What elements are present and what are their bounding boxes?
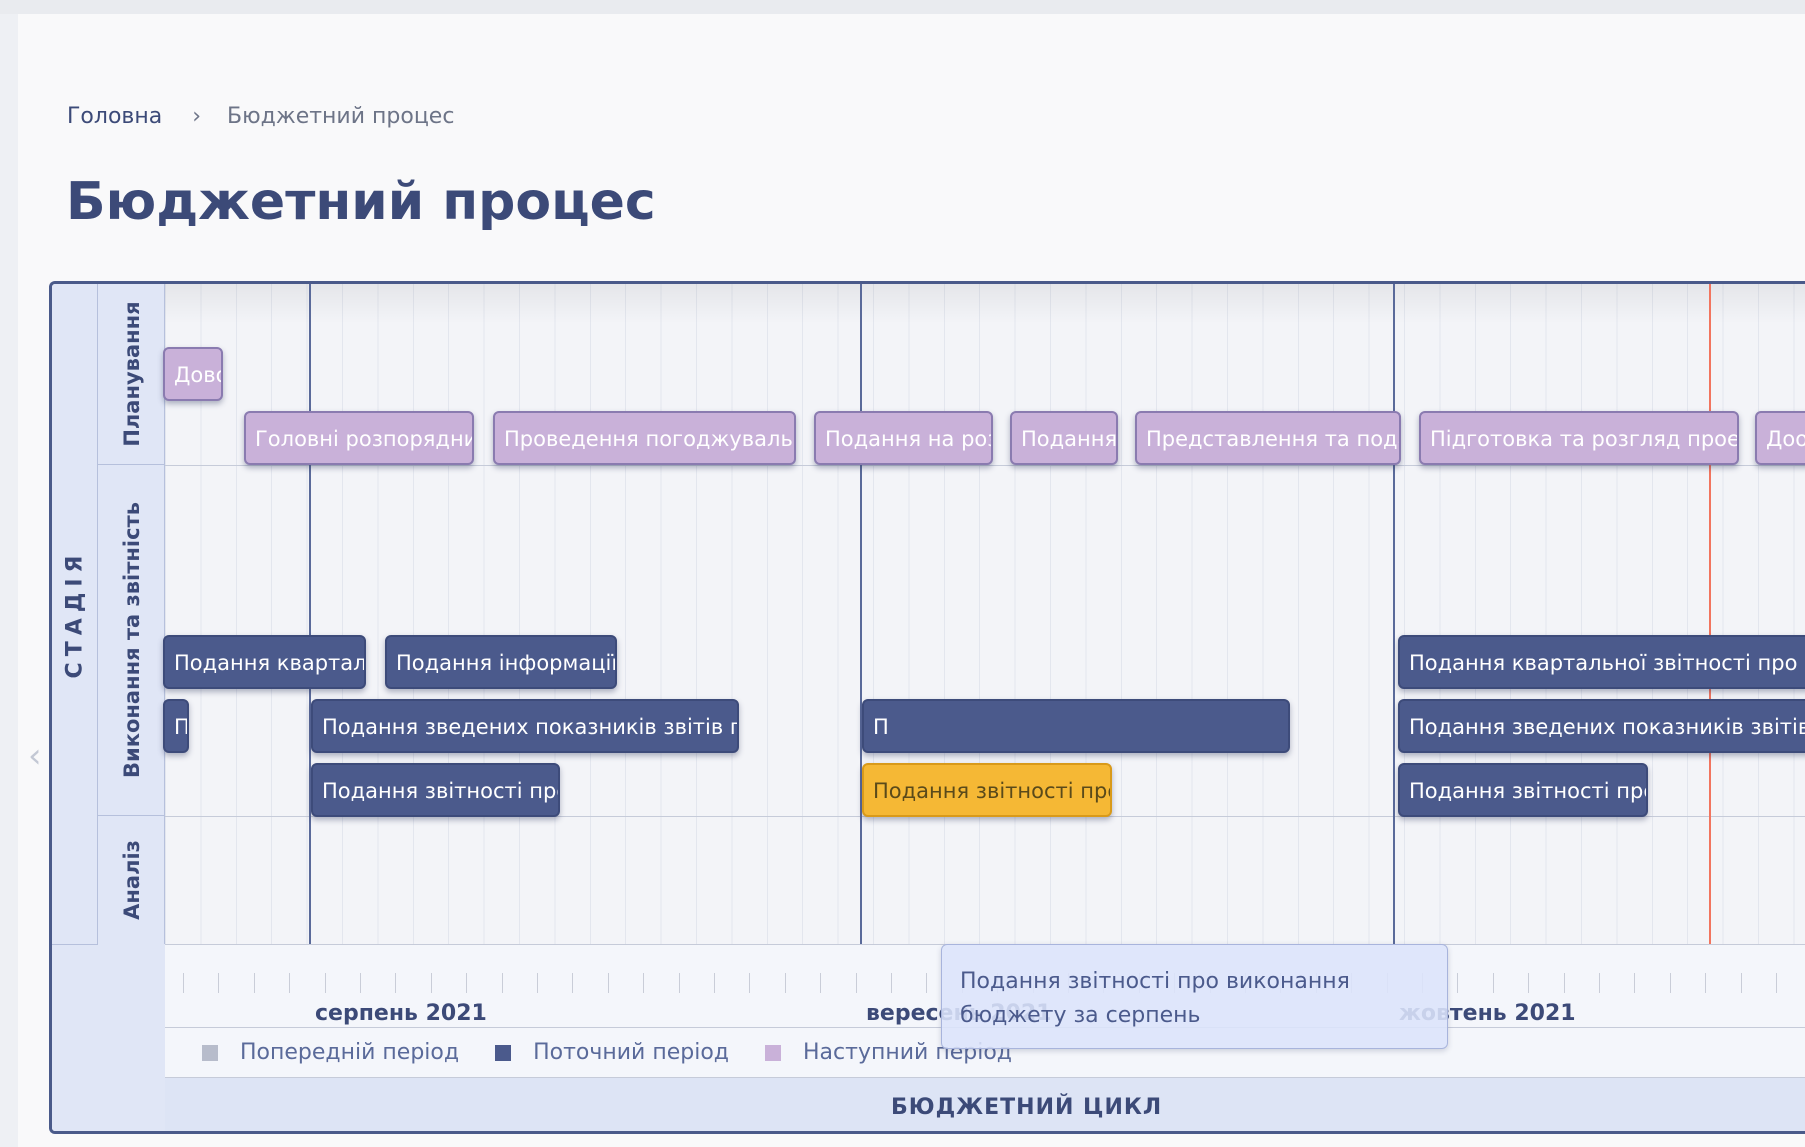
axis-tick <box>325 973 326 993</box>
axis-tick <box>1493 973 1494 993</box>
task-bar[interactable]: Дово <box>163 347 223 401</box>
axis-tick <box>891 973 892 993</box>
tooltip-line: бюджету за серпень <box>960 1003 1201 1028</box>
row-labels: Планування Виконання та звітність Аналіз <box>98 284 165 944</box>
axis-tick <box>431 973 432 993</box>
axis-tick <box>714 973 715 993</box>
legend-label: Поточний період <box>533 1040 730 1065</box>
task-bar[interactable]: Підготовка та розгляд проек <box>1419 411 1739 465</box>
task-bar[interactable]: Представлення та подан <box>1135 411 1401 465</box>
legend-item-current[interactable]: Поточний період <box>495 1040 729 1065</box>
tooltip-line: Подання звітності про виконання <box>960 969 1350 994</box>
axis-tick <box>502 973 503 993</box>
axis-tick <box>643 973 644 993</box>
axis-tick <box>1564 973 1565 993</box>
stage-column: СТАДІЯ <box>52 284 98 944</box>
breadcrumb-separator-icon: › <box>192 104 202 129</box>
axis-tick <box>785 973 786 993</box>
axis-tick <box>254 973 255 993</box>
task-bar[interactable]: Подання зведених показників звітів <box>1398 699 1805 753</box>
task-bar[interactable]: Подання квартальної звітності про в <box>1398 635 1805 689</box>
axis-tick <box>1634 973 1635 993</box>
row-label-execution: Виконання та звітність <box>98 465 165 816</box>
breadcrumb: Головна › Бюджетний процес <box>67 104 454 129</box>
breadcrumb-home-link[interactable]: Головна <box>67 104 162 129</box>
axis-tick <box>537 973 538 993</box>
row-divider <box>165 465 1805 466</box>
axis-tick <box>395 973 396 993</box>
axis-tick <box>1528 973 1529 993</box>
task-bar[interactable]: Подання звітності про <box>1398 763 1648 817</box>
task-bar[interactable]: Подання інформації <box>385 635 617 689</box>
axis-tick <box>1741 973 1742 993</box>
task-bar[interactable]: Проведення погоджувальн <box>493 411 796 465</box>
axis-title: БЮДЖЕТНИЙ ЦИКЛ <box>165 1077 1805 1131</box>
task-bar[interactable]: Доо <box>1755 411 1805 465</box>
axis-tick <box>820 973 821 993</box>
task-bar[interactable]: Подання <box>1010 411 1118 465</box>
month-label: серпень 2021 <box>315 1001 487 1026</box>
axis-tick <box>466 973 467 993</box>
axis-tick <box>1457 973 1458 993</box>
top-bar <box>0 0 1805 14</box>
axis-tick <box>1776 973 1777 993</box>
row-label-text: Аналіз <box>119 840 144 920</box>
row-labels-footer <box>98 944 165 1131</box>
row-label-planning: Планування <box>98 284 165 465</box>
task-bar-hovered[interactable]: Подання звітності про <box>862 763 1112 817</box>
axis-tick <box>218 973 219 993</box>
legend-swatch-icon <box>765 1044 782 1061</box>
axis-tick <box>1599 973 1600 993</box>
legend-label: Попередній період <box>240 1040 460 1065</box>
task-bar[interactable]: Подання зведених показників звітів пр <box>311 699 739 753</box>
breadcrumb-current: Бюджетний процес <box>227 104 455 129</box>
task-bar[interactable]: Головні розпорядни <box>244 411 474 465</box>
axis-tick <box>679 973 680 993</box>
task-bar[interactable]: Подання звітності про <box>311 763 560 817</box>
axis-tick <box>289 973 290 993</box>
task-bar[interactable]: П <box>163 699 189 753</box>
gantt-chart: СТАДІЯ Планування Виконання та звітність… <box>49 281 1805 1134</box>
axis-tick <box>1705 973 1706 993</box>
stage-label: СТАДІЯ <box>62 549 88 679</box>
page-title: Бюджетний процес <box>66 172 656 232</box>
chevron-left-icon[interactable]: ‹ <box>28 739 42 773</box>
timeline-grid <box>165 284 1805 944</box>
legend-item-previous[interactable]: Попередній період <box>202 1040 459 1065</box>
axis-tick <box>749 973 750 993</box>
row-label-text: Виконання та звітність <box>119 501 144 779</box>
row-label-text: Планування <box>119 301 144 447</box>
legend-swatch-icon <box>202 1044 218 1061</box>
stage-column-footer <box>52 944 98 1131</box>
row-label-analysis: Аналіз <box>98 816 165 944</box>
task-bar[interactable]: Подання на роз <box>814 411 993 465</box>
axis-title-text: БЮДЖЕТНИЙ ЦИКЛ <box>891 1095 1163 1120</box>
task-tooltip: Подання звітності про виконання бюджету … <box>941 944 1448 1049</box>
axis-tick <box>608 973 609 993</box>
task-bar[interactable]: П <box>862 699 1290 753</box>
axis-tick <box>856 973 857 993</box>
month-divider <box>1393 284 1395 1027</box>
legend-swatch-icon <box>495 1044 512 1061</box>
axis-tick <box>572 973 573 993</box>
task-bar[interactable]: Подання квартал <box>163 635 366 689</box>
axis-tick <box>1670 973 1671 993</box>
axis-tick <box>926 973 927 993</box>
month-divider <box>860 284 862 1027</box>
axis-tick <box>183 973 184 993</box>
axis-tick <box>360 973 361 993</box>
